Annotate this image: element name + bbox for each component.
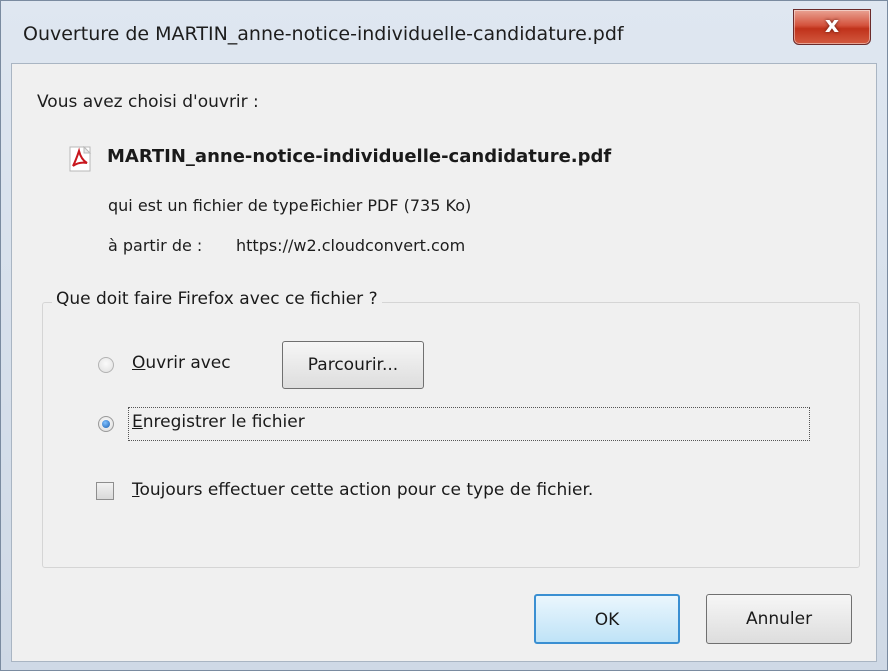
- browse-button[interactable]: Parcourir...: [282, 341, 424, 389]
- always-do-this-checkbox[interactable]: [96, 482, 114, 500]
- cancel-button[interactable]: Annuler: [706, 594, 852, 644]
- close-icon: x: [824, 13, 840, 38]
- save-file-label[interactable]: Enregistrer le fichier: [132, 412, 305, 432]
- file-type-label: qui est un fichier de type :: [108, 196, 320, 215]
- ok-button[interactable]: OK: [534, 594, 680, 644]
- dialog-content: Vous avez choisi d'ouvrir : MARTIN_anne-…: [11, 63, 877, 662]
- open-with-radio[interactable]: [98, 357, 114, 373]
- file-source-label: à partir de :: [108, 236, 203, 255]
- browse-button-label: Parcourir...: [307, 355, 399, 375]
- open-with-label[interactable]: Ouvrir avec: [132, 353, 231, 373]
- window-title: Ouverture de MARTIN_anne-notice-individu…: [23, 23, 624, 45]
- save-file-radio[interactable]: [98, 416, 114, 432]
- title-bar: Ouverture de MARTIN_anne-notice-individu…: [1, 1, 887, 63]
- file-name: MARTIN_anne-notice-individuelle-candidat…: [107, 146, 612, 167]
- download-dialog-window: Ouverture de MARTIN_anne-notice-individu…: [0, 0, 888, 671]
- action-group-legend: Que doit faire Firefox avec ce fichier ?: [52, 289, 382, 309]
- close-button[interactable]: x: [793, 9, 871, 45]
- file-source-value: https://w2.cloudconvert.com: [236, 236, 466, 255]
- pdf-file-icon: [69, 146, 92, 172]
- always-do-this-label[interactable]: Toujours effectuer cette action pour ce …: [132, 480, 593, 500]
- intro-text: Vous avez choisi d'ouvrir :: [37, 92, 259, 112]
- radio-selected-dot: [102, 420, 110, 428]
- file-type-value: Fichier PDF (735 Ko): [310, 196, 472, 215]
